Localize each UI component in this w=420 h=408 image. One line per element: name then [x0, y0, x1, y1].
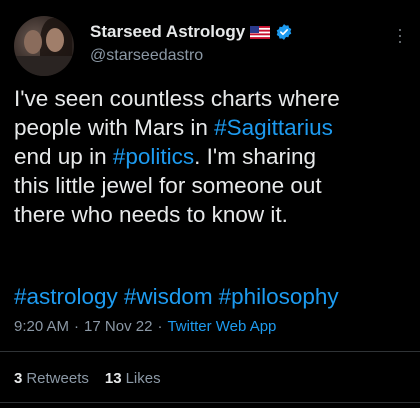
- tweet-line: this little jewel for someone out: [14, 173, 322, 198]
- tweet-date[interactable]: 17 Nov 22: [84, 318, 152, 335]
- engagement-stats: 3 Retweets 13 Likes: [14, 370, 161, 387]
- more-options-icon[interactable]: · · ·: [394, 20, 406, 50]
- likes-stat[interactable]: 13 Likes: [105, 370, 161, 387]
- tweet-meta: 9:20 AM · 17 Nov 22 · Twitter Web App: [14, 318, 277, 335]
- tweet-line: people with Mars in #Sagittarius: [14, 115, 333, 140]
- retweets-stat[interactable]: 3 Retweets: [14, 370, 89, 387]
- tweet-line: I've seen countless charts where: [14, 86, 340, 111]
- hashtag-row: #astrology #wisdom #philosophy: [14, 282, 345, 311]
- tweet-text: I've seen countless charts where people …: [14, 84, 410, 229]
- tweet-line: there who needs to know it.: [14, 202, 288, 227]
- hashtag-link[interactable]: #Sagittarius: [214, 115, 333, 140]
- author-names: Starseed Astrology @starseedastro: [90, 22, 293, 65]
- hashtag-link[interactable]: #wisdom: [124, 284, 213, 309]
- tweet-time[interactable]: 9:20 AM: [14, 318, 69, 335]
- hashtag-link[interactable]: #politics: [113, 144, 194, 169]
- verified-badge-icon: [276, 24, 292, 40]
- divider: [0, 351, 420, 352]
- tweet-header: Starseed Astrology @starseedastro · · ·: [14, 14, 410, 76]
- avatar[interactable]: [14, 16, 74, 76]
- hashtag-link[interactable]: #philosophy: [219, 284, 339, 309]
- us-flag-icon: [250, 25, 271, 39]
- display-name[interactable]: Starseed Astrology: [90, 22, 245, 42]
- divider: [0, 402, 420, 403]
- hashtag-link[interactable]: #astrology: [14, 284, 118, 309]
- source-app-link[interactable]: Twitter Web App: [167, 318, 276, 335]
- handle[interactable]: @starseedastro: [90, 47, 293, 65]
- tweet-line: end up in #politics. I'm sharing: [14, 144, 316, 169]
